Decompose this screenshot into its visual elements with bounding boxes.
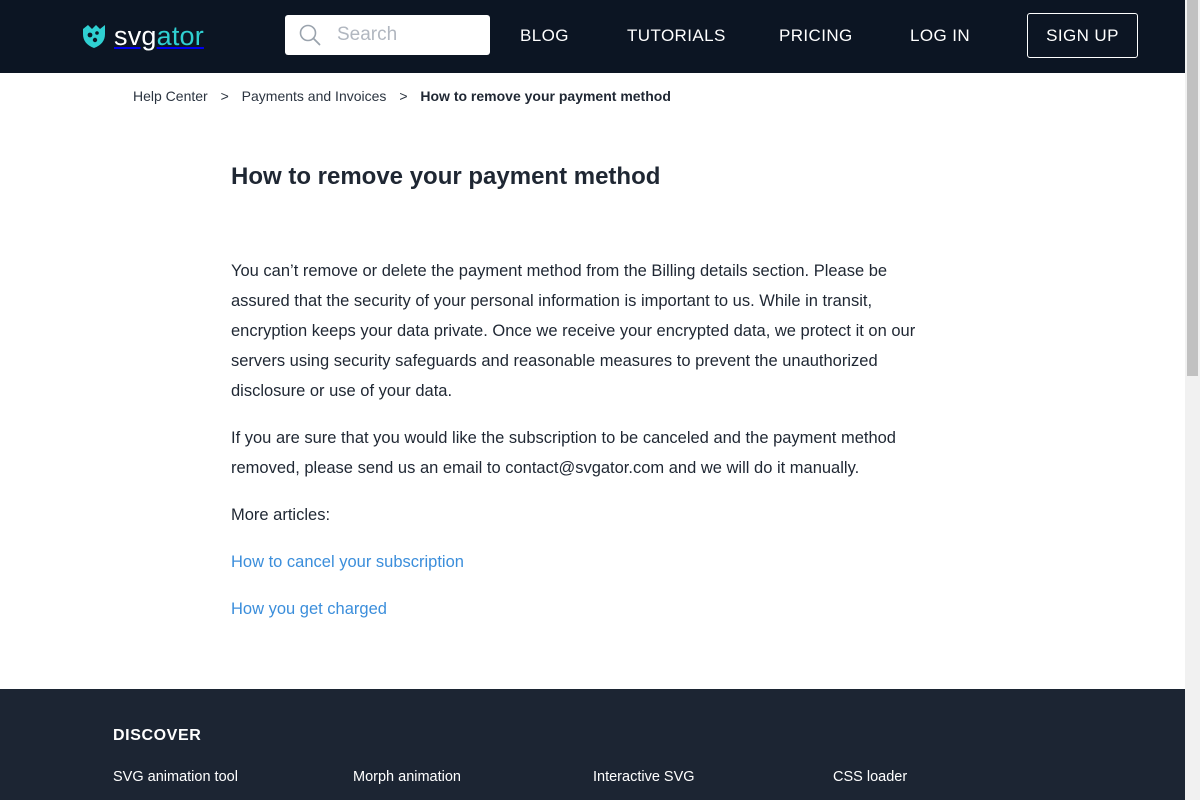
nav-link-login[interactable]: LOG IN <box>910 26 970 46</box>
search-input[interactable] <box>337 23 477 47</box>
article-paragraph: You can’t remove or delete the payment m… <box>231 262 916 400</box>
breadcrumb-separator: > <box>220 88 229 104</box>
logo-mark-icon <box>83 25 105 48</box>
related-article-item: How to cancel your subscription <box>231 547 464 577</box>
breadcrumb-current-page: How to remove your payment method <box>420 88 671 104</box>
footer-link-svg-animation-tool[interactable]: SVG animation tool <box>113 769 238 785</box>
article: How to remove your payment method You ca… <box>231 160 951 618</box>
article-paragraph: If you are sure that you would like the … <box>231 429 896 477</box>
logo-wordmark-accent: ator <box>156 21 204 51</box>
related-article-link-how-you-get-charged[interactable]: How you get charged <box>231 600 387 618</box>
logo-wordmark: svgator <box>114 22 204 50</box>
svgator-logo[interactable]: svgator <box>80 22 204 50</box>
page: svgator BLOG TUTORIALS PRICING LOG IN SI… <box>0 0 1185 800</box>
nav-link-blog[interactable]: BLOG <box>520 26 569 46</box>
nav-link-tutorials[interactable]: TUTORIALS <box>627 26 726 46</box>
related-article-item: How you get charged <box>231 594 387 624</box>
footer: DISCOVER SVG animation tool Morph animat… <box>0 689 1185 800</box>
footer-link-interactive-svg[interactable]: Interactive SVG <box>593 769 695 785</box>
breadcrumb-separator: > <box>399 88 408 104</box>
sign-up-button[interactable]: SIGN UP <box>1027 13 1138 58</box>
top-navigation-bar: svgator BLOG TUTORIALS PRICING LOG IN SI… <box>0 0 1185 73</box>
logo-wordmark-main: svg <box>114 21 157 51</box>
breadcrumb: Help Center > Payments and Invoices > Ho… <box>133 88 671 105</box>
breadcrumb-item-payments-and-invoices[interactable]: Payments and Invoices <box>242 88 387 104</box>
nav-link-pricing[interactable]: PRICING <box>779 26 853 46</box>
footer-heading-discover: DISCOVER <box>113 727 202 744</box>
footer-link-css-loader[interactable]: CSS loader <box>833 769 907 785</box>
vertical-scrollbar[interactable] <box>1185 0 1200 800</box>
more-articles-label: More articles: <box>231 506 331 524</box>
breadcrumb-item-help-center[interactable]: Help Center <box>133 88 208 104</box>
footer-link-morph-animation[interactable]: Morph animation <box>353 769 461 785</box>
search-box[interactable] <box>285 15 490 55</box>
scrollbar-thumb[interactable] <box>1187 0 1198 376</box>
search-icon <box>299 24 321 46</box>
article-title: How to remove your payment method <box>231 163 661 190</box>
related-article-link-cancel-subscription[interactable]: How to cancel your subscription <box>231 553 464 571</box>
